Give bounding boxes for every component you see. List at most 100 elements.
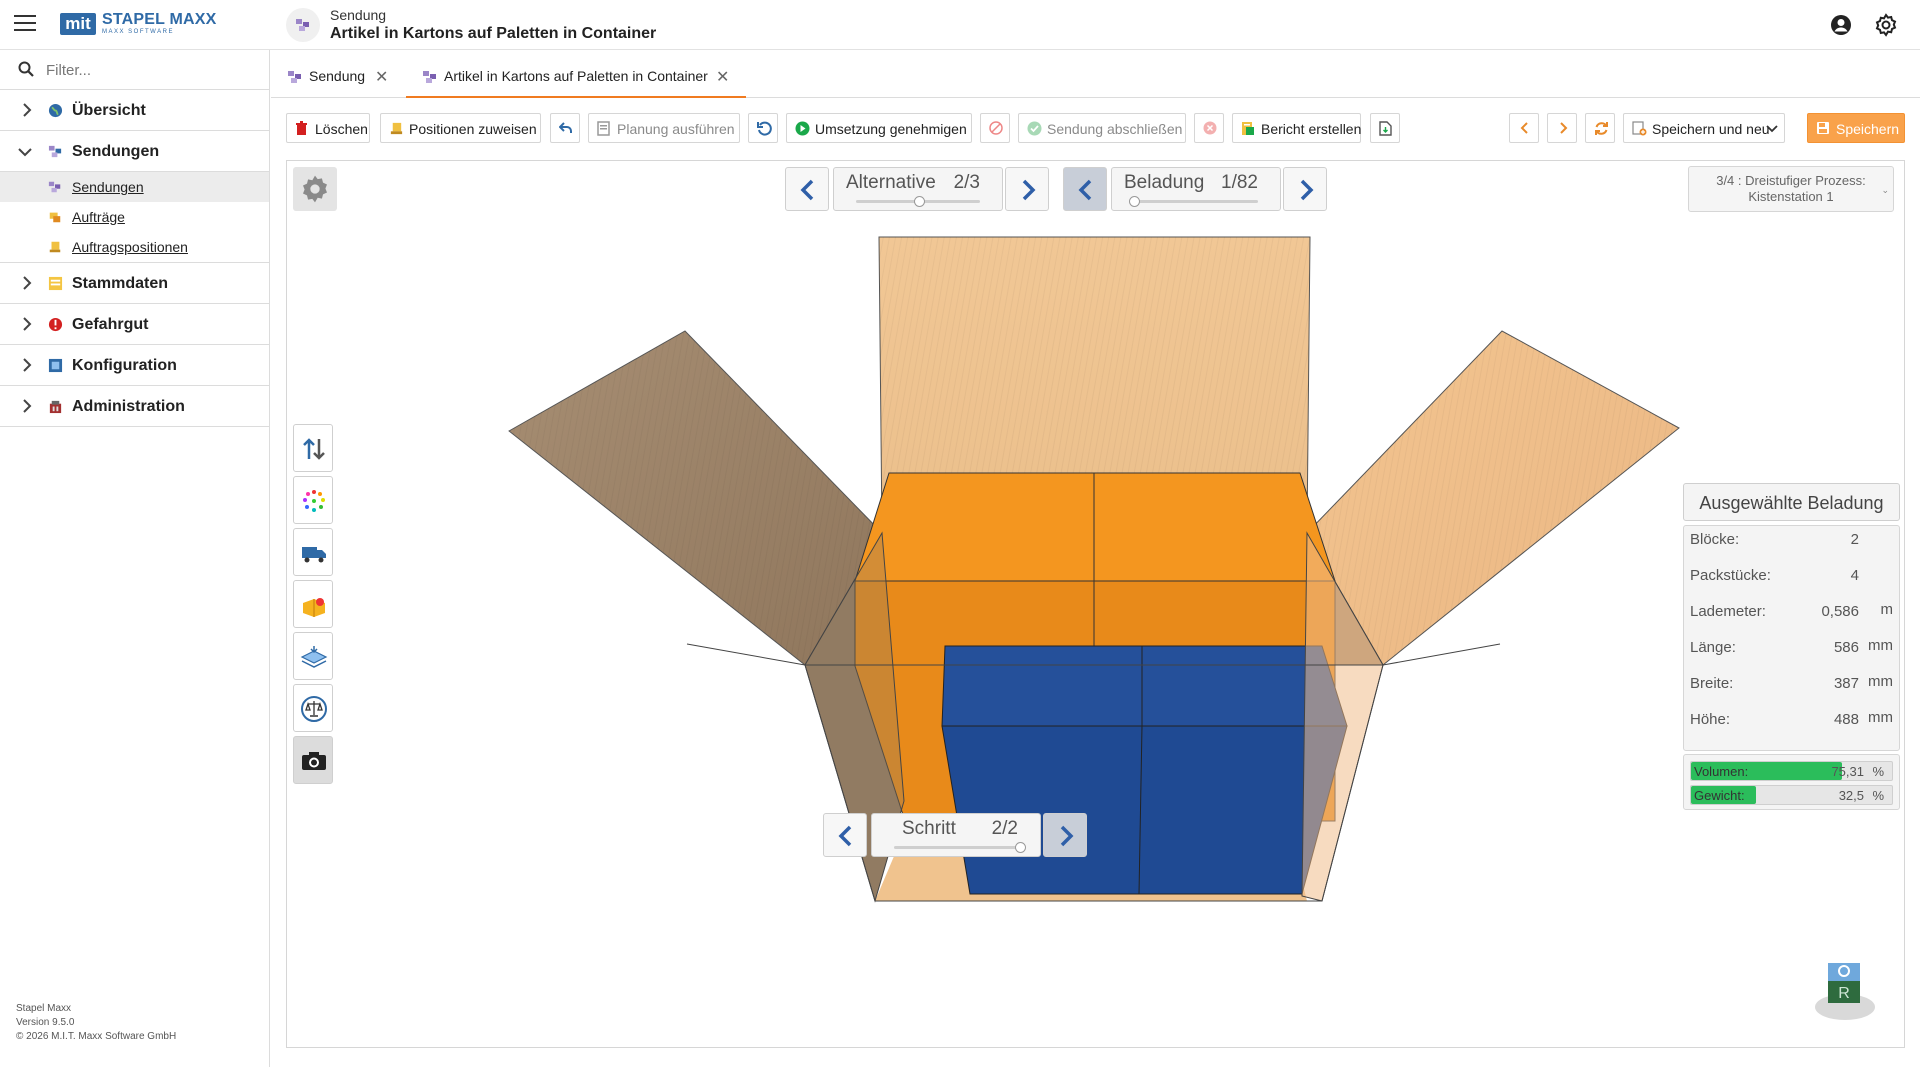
logo-mark: mit [60, 13, 96, 35]
chevron-right-icon [1300, 179, 1314, 201]
user-account-icon[interactable] [1830, 14, 1852, 41]
scale-balance-icon [301, 696, 327, 722]
save-and-new-button[interactable]: Speichern und neu [1623, 113, 1785, 143]
save-label: Speichern [1836, 121, 1900, 137]
refresh-icon [1595, 122, 1608, 135]
save-button[interactable]: Speichern [1807, 113, 1905, 143]
globe-icon [48, 103, 63, 118]
package-tool-button[interactable] [293, 580, 333, 628]
step-slider[interactable]: Schritt 2/2 [871, 813, 1041, 857]
utilization-bars: Volumen: 75,31 % Gewicht: 32,5 % [1683, 754, 1900, 810]
sidebar-item-administration[interactable]: Administration [0, 386, 269, 427]
detail-value: 586 [1833, 639, 1859, 656]
cancel-icon [989, 121, 1003, 135]
report-icon [1242, 122, 1254, 135]
assign-positions-button[interactable]: Positionen zuweisen [380, 113, 541, 143]
reopen-button[interactable] [1194, 113, 1224, 143]
document-icon [597, 121, 610, 136]
detail-row: Höhe: 488 mm [1690, 708, 1893, 732]
admin-icon [49, 400, 62, 414]
floppy-disk-icon [1817, 122, 1829, 134]
process-line-1: 3/4 : Dreistufiger Prozess: [1716, 173, 1866, 188]
next-record-button[interactable] [1547, 113, 1577, 143]
process-select[interactable]: 3/4 : Dreistufiger Prozess: Kistenstatio… [1688, 166, 1894, 212]
tab-label: Artikel in Kartons auf Paletten in Conta… [444, 68, 708, 84]
loading-slider[interactable]: Beladung 1/82 [1111, 167, 1281, 211]
settings-icon[interactable] [1874, 13, 1898, 42]
close-icon[interactable]: ✕ [716, 67, 729, 87]
run-planning-button[interactable]: Planung ausführen [588, 113, 740, 143]
check-icon [1027, 121, 1042, 136]
sort-tool-button[interactable] [293, 424, 333, 472]
progress-label: Volumen: [1694, 764, 1749, 779]
cancel-approval-button[interactable] [980, 113, 1010, 143]
progress-unit: % [1872, 764, 1884, 779]
toolbar: Löschen Positionen zuweisen Planung ausf… [286, 113, 1906, 145]
layer-tool-button[interactable] [293, 632, 333, 680]
search-icon [18, 61, 34, 77]
export-button[interactable] [1370, 113, 1400, 143]
approve-implementation-button[interactable]: Umsetzung genehmigen [786, 113, 972, 143]
filter-input[interactable] [46, 59, 256, 81]
slider-thumb[interactable] [914, 196, 925, 207]
tab-sendung[interactable]: Sendung ✕ [271, 55, 401, 98]
chevron-right-icon [23, 103, 32, 117]
footer-product: Stapel Maxx [16, 1003, 72, 1014]
shipment-icon [48, 181, 61, 193]
slider-thumb[interactable] [1129, 196, 1140, 207]
screenshot-tool-button[interactable] [293, 736, 333, 784]
detail-value: 387 [1833, 675, 1859, 692]
detail-label: Breite: [1690, 675, 1734, 692]
sidebar-subitem-auftraege[interactable]: Aufträge [0, 202, 269, 232]
chevron-down-icon[interactable] [1765, 124, 1779, 134]
delete-label: Löschen [315, 121, 368, 137]
sidebar-item-gefahrgut[interactable]: Gefahrgut [0, 304, 269, 345]
truck-tool-button[interactable] [293, 528, 333, 576]
sidebar-item-label: Sendungen [72, 143, 160, 160]
close-icon[interactable]: ✕ [375, 67, 388, 87]
sidebar-subitem-auftragspositionen[interactable]: Auftragspositionen [0, 232, 269, 262]
reset-button[interactable] [748, 113, 778, 143]
viewer-settings-button[interactable] [293, 167, 337, 211]
sidebar-item-stammdaten[interactable]: Stammdaten [0, 263, 269, 304]
detail-label: Höhe: [1690, 711, 1731, 728]
undo-button[interactable] [550, 113, 580, 143]
tab-artikel-in-kartons[interactable]: Artikel in Kartons auf Paletten in Conta… [406, 55, 746, 98]
panel-title: Ausgewählte Beladung [1683, 483, 1900, 521]
slider-thumb[interactable] [1015, 842, 1026, 853]
balance-tool-button[interactable] [293, 684, 333, 732]
sidebar-item-sendungen[interactable]: Sendungen [0, 131, 269, 172]
sendungen-submenu: Sendungen Aufträge Auftragspositionen [0, 172, 269, 263]
reset-icon [757, 121, 772, 136]
sidebar-filter [0, 50, 269, 90]
logo-brand: STAPEL MAXX [102, 11, 217, 28]
step-next-button[interactable] [1043, 813, 1087, 857]
orientation-cube[interactable]: R [1814, 961, 1876, 1021]
sidebar-item-konfiguration[interactable]: Konfiguration [0, 345, 269, 386]
step-previous-button[interactable] [823, 813, 867, 857]
create-report-button[interactable]: Bericht erstellen [1232, 113, 1361, 143]
refresh-button[interactable] [1585, 113, 1615, 143]
loading-next-button[interactable] [1283, 167, 1327, 211]
blue-box-top [941, 645, 1348, 727]
loading-previous-button[interactable] [1063, 167, 1107, 211]
alternative-previous-button[interactable] [785, 167, 829, 211]
complete-shipment-button[interactable]: Sendung abschließen [1018, 113, 1186, 143]
previous-record-button[interactable] [1509, 113, 1539, 143]
menu-icon[interactable] [14, 15, 36, 33]
cube-face-label: R [1838, 985, 1850, 1002]
detail-value: 0,586 [1821, 603, 1859, 620]
alternative-slider[interactable]: Alternative 2/3 [833, 167, 1003, 211]
carton-3d-scene[interactable] [287, 161, 1904, 1047]
color-tool-button[interactable] [293, 476, 333, 524]
sidebar-subitem-sendungen[interactable]: Sendungen [0, 172, 269, 202]
alternative-next-button[interactable] [1005, 167, 1049, 211]
assign-positions-label: Positionen zuweisen [409, 121, 537, 137]
detail-unit: mm [1868, 637, 1893, 654]
complete-shipment-label: Sendung abschließen [1047, 121, 1183, 137]
delete-button[interactable]: Löschen [286, 113, 370, 143]
3d-viewer[interactable]: Alternative 2/3 Beladung 1/82 3/4 : Drei… [286, 160, 1905, 1048]
sidebar-item-uebersicht[interactable]: Übersicht [0, 90, 269, 131]
export-document-icon [1379, 121, 1392, 136]
alternative-label: Alternative [846, 172, 936, 193]
